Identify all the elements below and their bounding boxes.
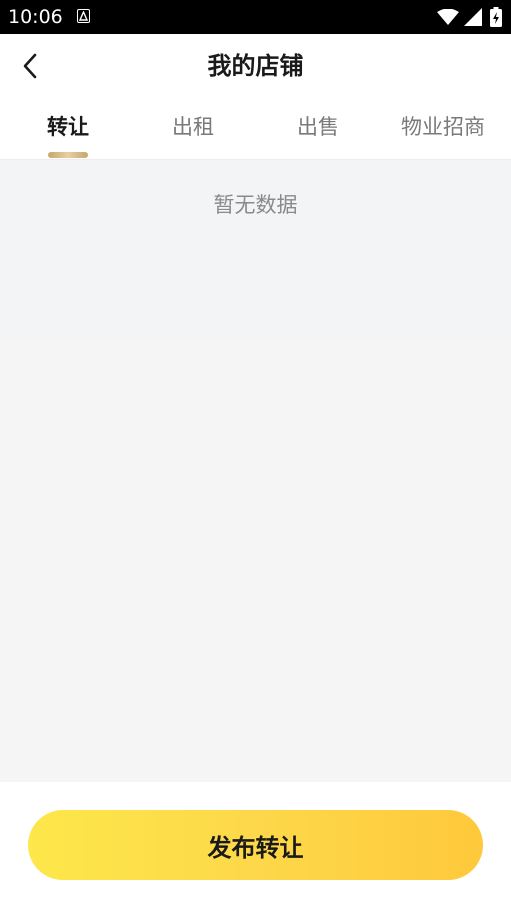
page-title: 我的店铺 xyxy=(207,52,304,80)
active-tab-indicator xyxy=(48,152,88,158)
tab-label: 转让 xyxy=(47,115,89,139)
tab-bar: 转让 出租 出售 物业招商 xyxy=(0,98,511,160)
wifi-icon xyxy=(437,8,459,29)
empty-state: 暂无数据 xyxy=(0,160,511,340)
tab-label: 出租 xyxy=(172,115,214,139)
tab-label: 出售 xyxy=(297,115,339,139)
tab-rent[interactable]: 出租 xyxy=(129,98,257,158)
status-bar: 10:06 xyxy=(0,0,511,34)
header: 我的店铺 xyxy=(0,34,511,98)
notification-icon xyxy=(77,9,90,23)
tab-transfer[interactable]: 转让 xyxy=(4,98,132,158)
tab-label: 物业招商 xyxy=(401,115,485,139)
battery-charging-icon xyxy=(490,7,502,31)
content-area xyxy=(0,340,511,782)
tab-property-leasing[interactable]: 物业招商 xyxy=(379,98,507,158)
publish-transfer-button[interactable]: 发布转让 xyxy=(28,810,483,880)
bottom-bar: 发布转让 xyxy=(0,782,511,908)
tab-sale[interactable]: 出售 xyxy=(254,98,382,158)
signal-icon xyxy=(464,8,482,30)
empty-state-text: 暂无数据 xyxy=(213,193,298,217)
status-time: 10:06 xyxy=(8,6,63,28)
